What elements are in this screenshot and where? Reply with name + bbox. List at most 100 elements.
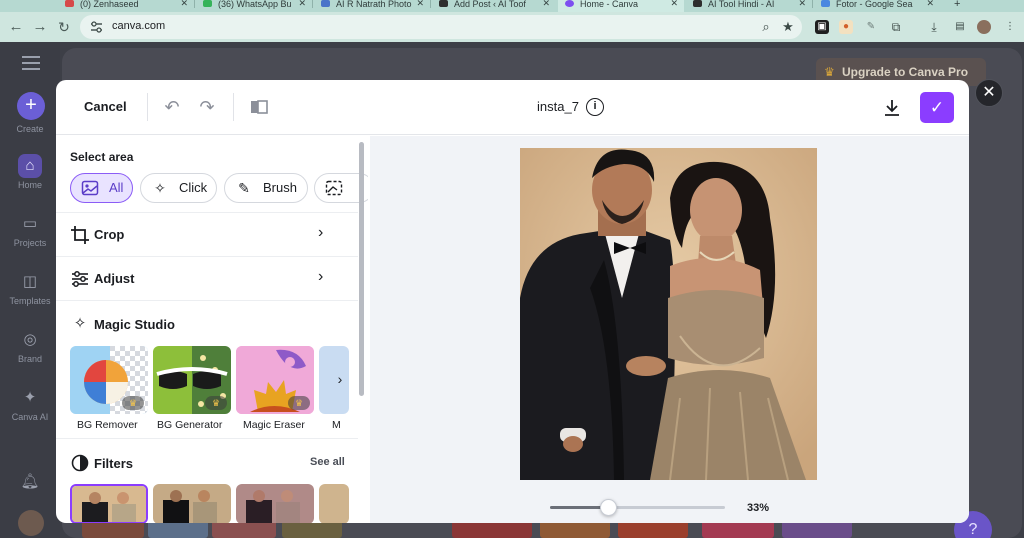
tab-title: (0) Zenhaseed [80, 0, 139, 9]
select-area-title: Select area [70, 150, 134, 164]
back-arrow-icon[interactable]: ← [6, 17, 26, 37]
select-brush-chip[interactable]: ✎ Brush [224, 173, 308, 203]
filter-thumbnail[interactable] [236, 484, 314, 523]
kebab-menu-icon[interactable]: ⋮ [1003, 20, 1017, 34]
download-icon[interactable]: ⤓ [927, 20, 941, 34]
chip-label: Click [179, 180, 208, 195]
browser-tab[interactable]: (36) WhatsApp Bu ✕ [196, 0, 312, 12]
new-tab-button[interactable]: + [946, 0, 970, 12]
sidebar-item-label: Create [16, 124, 44, 134]
cancel-button[interactable]: Cancel [74, 93, 137, 121]
tab-close-icon[interactable]: ✕ [180, 0, 188, 8]
filter-thumbnail[interactable] [153, 484, 231, 523]
zoom-slider[interactable] [550, 499, 725, 516]
undo-icon[interactable]: ↶ [159, 94, 185, 120]
header-divider [147, 93, 148, 121]
scroll-right-chevron-icon[interactable]: › [332, 367, 348, 391]
notifications-button[interactable]: 🔔︎ [0, 470, 60, 494]
sidebar-item-projects[interactable]: ▭ Projects [0, 212, 60, 248]
pro-crown-icon: ♛ [122, 396, 144, 410]
redo-icon[interactable]: ↷ [194, 94, 220, 120]
tab-close-icon[interactable]: ✕ [542, 0, 550, 8]
tab-favicon-icon [65, 0, 74, 7]
sidebar-item-home[interactable]: ⌂ Home [0, 154, 60, 190]
zoom-level-label: 33% [747, 502, 770, 514]
sidebar-item-brand[interactable]: ◎ Brand [0, 328, 60, 364]
browser-tab[interactable]: AI R Natrath Photo ✕ [314, 0, 430, 12]
sidebar-item-create[interactable]: Create [0, 122, 60, 134]
see-all-link[interactable]: See all [310, 456, 345, 468]
tab-title: Home - Canva [580, 0, 639, 9]
tab-separator [430, 0, 431, 8]
bell-icon: 🔔︎ [20, 473, 40, 490]
info-icon[interactable]: i [586, 98, 604, 116]
browser-tab[interactable]: Fotor - Google Sea ✕ [814, 0, 940, 12]
sidebar-item-label: Canva AI [11, 412, 49, 422]
image-select-icon [325, 180, 343, 196]
tab-favicon-icon [321, 0, 330, 7]
scrollbar-thumb[interactable] [359, 142, 364, 396]
filters-title: Filters [94, 456, 134, 471]
zoom-slider-handle[interactable] [600, 499, 617, 516]
site-settings-icon[interactable] [90, 21, 103, 33]
select-all-chip[interactable]: All [70, 173, 133, 203]
tab-close-icon[interactable]: ✕ [798, 0, 806, 8]
chevron-right-icon: › [318, 224, 324, 241]
forward-arrow-icon[interactable]: → [30, 17, 50, 37]
reload-icon[interactable]: ↻ [54, 17, 74, 37]
filter-thumbnail-selected[interactable] [70, 484, 148, 523]
create-plus-icon[interactable]: + [17, 92, 45, 120]
tab-close-icon[interactable]: ✕ [926, 0, 934, 8]
whatsapp-icon [203, 0, 212, 7]
media-icon[interactable]: ▤ [953, 20, 967, 34]
upgrade-label: Upgrade to Canva Pro [842, 65, 969, 79]
compare-icon[interactable] [246, 94, 272, 120]
bg-generator-tool[interactable]: ♛ [153, 346, 231, 414]
tab-close-icon[interactable]: ✕ [298, 0, 306, 8]
photo-editor-dialog: Cancel ↶ ↷ insta_7 i ✓ Select area All ✧… [56, 80, 969, 523]
folder-icon: ▭ [22, 215, 38, 232]
extensions-puzzle-icon[interactable]: ⧉ [889, 20, 903, 34]
canva-sidebar: + Create ⌂ Home ▭ Projects ◫ Templates ◎… [0, 42, 60, 538]
menu-icon[interactable] [22, 56, 40, 70]
address-bar[interactable]: canva.com ⌕ ★ [80, 15, 802, 39]
panel-scrollbar[interactable] [358, 140, 366, 520]
filter-thumbnail-partial[interactable] [319, 484, 349, 523]
extension-icon[interactable]: ● [839, 20, 853, 34]
user-avatar[interactable] [18, 510, 44, 536]
sidebar-item-label: Templates [9, 296, 51, 306]
adjust-row[interactable]: Adjust › [56, 256, 358, 300]
brand-icon: ◎ [23, 331, 37, 348]
bg-remover-tool[interactable]: ♛ [70, 346, 148, 414]
browser-tab[interactable]: AI Tool Hindi - AI ✕ [686, 0, 812, 12]
bookmark-star-icon[interactable]: ★ [780, 19, 796, 35]
browser-tab[interactable]: Add Post ‹ AI Toof ✕ [432, 0, 556, 12]
tab-favicon-icon [693, 0, 702, 7]
sidebar-item-templates[interactable]: ◫ Templates [0, 270, 60, 306]
tab-close-icon[interactable]: ✕ [670, 0, 678, 8]
magic-eraser-tool[interactable]: ♛ [236, 346, 314, 414]
tab-separator [812, 0, 813, 8]
done-check-button[interactable]: ✓ [920, 92, 954, 123]
select-click-chip[interactable]: ✧ Click [140, 173, 217, 203]
extension-icon[interactable]: ▣ [815, 20, 829, 34]
crop-row[interactable]: Crop › [56, 212, 358, 256]
sparkle-icon: ✦ [23, 389, 37, 406]
tab-close-icon[interactable]: ✕ [416, 0, 424, 8]
profile-avatar[interactable] [977, 20, 991, 34]
zoom-icon[interactable]: ⌕ [758, 19, 774, 35]
plus-icon: + [954, 0, 961, 10]
canva-favicon-icon [565, 0, 574, 7]
download-icon[interactable] [880, 96, 904, 120]
sidebar-item-label: Brand [17, 354, 43, 364]
bg-remover-label: BG Remover [77, 419, 138, 431]
bg-generator-label: BG Generator [157, 419, 223, 431]
sidebar-item-canva-ai[interactable]: ✦ Canva AI [0, 386, 60, 422]
header-divider [233, 93, 234, 121]
edited-photo[interactable] [520, 148, 817, 480]
close-editor-button[interactable]: ✕ [975, 79, 1003, 107]
magic-eraser-label: Magic Eraser [243, 419, 305, 431]
browser-tab[interactable]: (0) Zenhaseed ✕ [58, 0, 194, 12]
pen-extension-icon[interactable]: ✎ [864, 20, 878, 34]
browser-tab-active[interactable]: Home - Canva ✕ [558, 0, 684, 12]
